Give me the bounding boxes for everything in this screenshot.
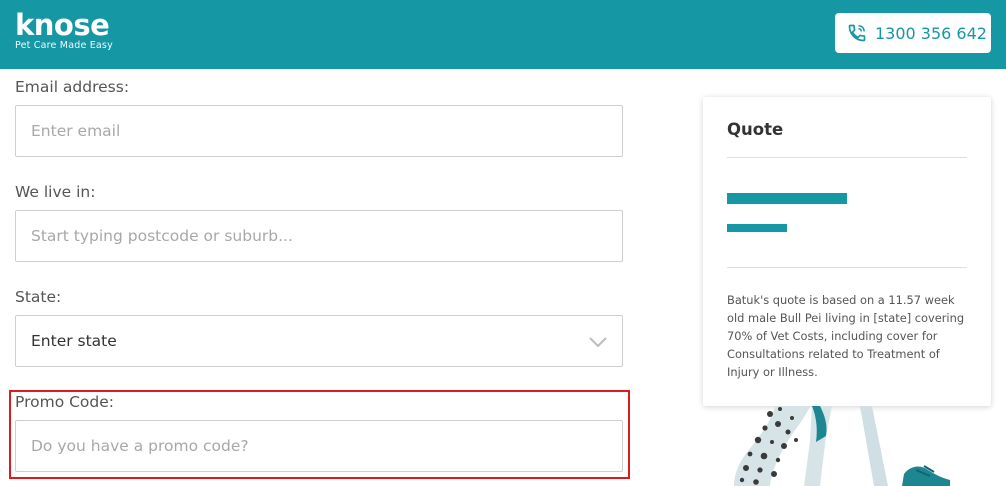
quote-period-placeholder <box>727 224 787 232</box>
location-label: We live in: <box>15 183 96 201</box>
top-header: knose Pet Care Made Easy 1300 356 642 <box>0 0 1006 69</box>
email-field[interactable] <box>15 105 623 157</box>
phone-icon <box>848 24 866 42</box>
promo-label: Promo Code: <box>15 393 115 411</box>
promo-code-input[interactable] <box>15 420 623 472</box>
quote-title: Quote <box>727 120 784 139</box>
dog-illustration <box>734 406 950 486</box>
quote-divider-bottom <box>727 267 967 268</box>
logo-text: knose <box>15 8 110 42</box>
quote-card: Quote Batuk's quote is based on a 11.57 … <box>703 97 991 406</box>
logo-tagline: Pet Care Made Easy <box>15 40 113 51</box>
chevron-down-icon <box>589 337 607 348</box>
location-input[interactable] <box>15 210 623 262</box>
logo[interactable]: knose Pet Care Made Easy <box>15 8 113 51</box>
state-label: State: <box>15 288 62 306</box>
email-label: Email address: <box>15 78 130 96</box>
phone-button[interactable]: 1300 356 642 <box>835 13 991 53</box>
quote-divider-top <box>727 157 967 158</box>
state-select[interactable]: Enter state <box>15 315 623 367</box>
phone-number: 1300 356 642 <box>875 23 987 43</box>
state-select-value: Enter state <box>31 332 117 350</box>
quote-description: Batuk's quote is based on a 11.57 week o… <box>727 293 965 379</box>
quote-price-placeholder <box>727 193 847 204</box>
